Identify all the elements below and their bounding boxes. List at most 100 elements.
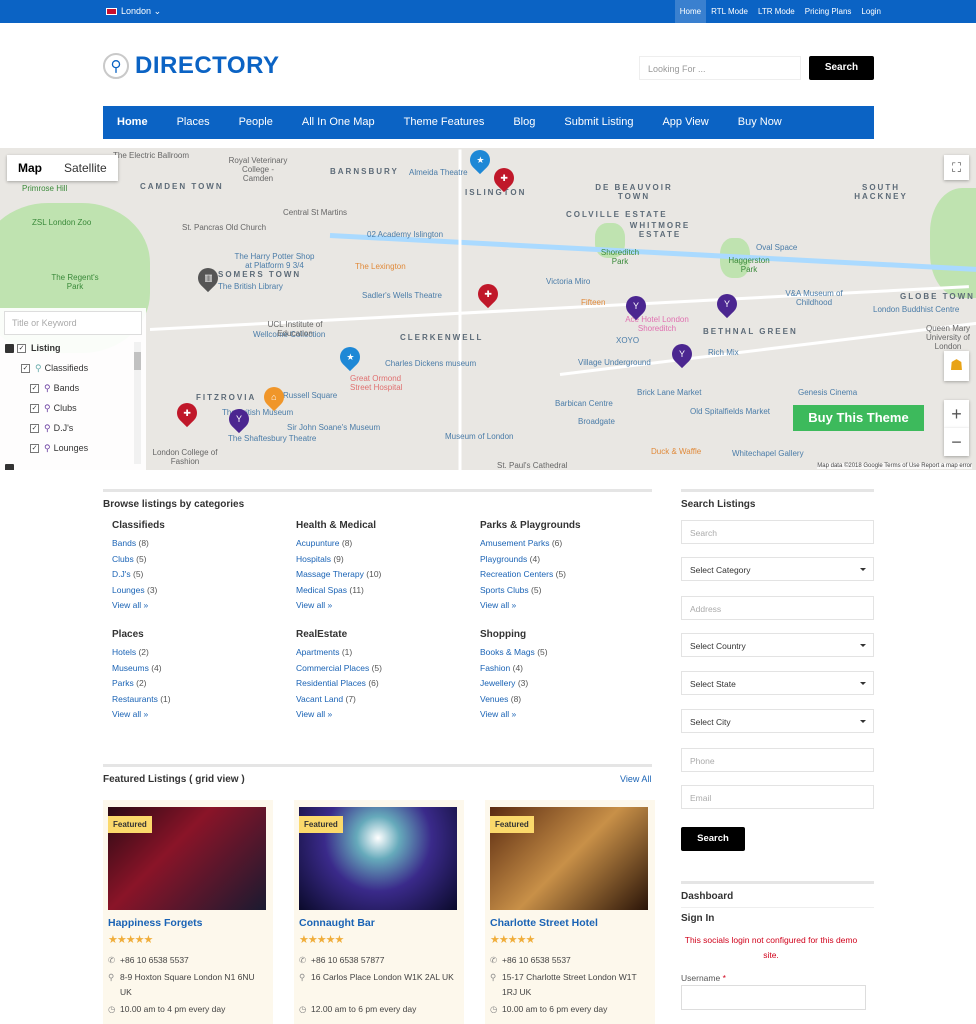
category-link[interactable]: Jewellery (3) bbox=[480, 676, 655, 692]
map-marker-cocktail-icon[interactable]: Y bbox=[667, 339, 697, 369]
listing-card[interactable]: Featured Connaught Bar ★★★★★ ✆ +86 10 653… bbox=[294, 800, 464, 1024]
sidebar-search-button[interactable]: Search bbox=[681, 827, 745, 851]
view-all-link[interactable]: View all » bbox=[296, 598, 471, 614]
listing-image[interactable]: Featured bbox=[108, 807, 266, 910]
category-link[interactable]: Medical Spas (11) bbox=[296, 583, 471, 599]
category-link[interactable]: Restaurants (1) bbox=[112, 692, 287, 708]
nav-theme-features[interactable]: Theme Features bbox=[404, 106, 485, 139]
category-link[interactable]: Amusement Parks (6) bbox=[480, 536, 655, 552]
address-input[interactable]: Address bbox=[681, 596, 874, 620]
collapse-icon[interactable] bbox=[5, 343, 14, 353]
listing-image[interactable]: Featured bbox=[299, 807, 457, 910]
category-title[interactable]: Shopping bbox=[480, 629, 655, 640]
category-title[interactable]: RealEstate bbox=[296, 629, 471, 640]
listing-checkbox[interactable]: ✓ bbox=[17, 343, 26, 353]
city-select[interactable]: Select City bbox=[681, 709, 874, 733]
listing-card[interactable]: Featured Charlotte Street Hotel ★★★★★ ✆ +… bbox=[485, 800, 655, 1024]
top-link-pricing[interactable]: Pricing Plans bbox=[800, 0, 857, 23]
fullscreen-icon[interactable]: ⛶ bbox=[944, 155, 969, 180]
view-all-link[interactable]: View all » bbox=[112, 598, 287, 614]
listing-title[interactable]: Charlotte Street Hotel bbox=[490, 917, 598, 929]
map-type-satellite[interactable]: Satellite bbox=[53, 155, 118, 181]
category-title[interactable]: Places bbox=[112, 629, 287, 640]
category-select[interactable]: Select Category bbox=[681, 557, 874, 581]
category-link[interactable]: Clubs (5) bbox=[112, 552, 287, 568]
street-view-pegman-icon[interactable]: ☗ bbox=[944, 351, 969, 381]
category-link[interactable]: Museums (4) bbox=[112, 661, 287, 677]
category-link[interactable]: Hotels (2) bbox=[112, 645, 287, 661]
category-link[interactable]: Acupunture (8) bbox=[296, 536, 471, 552]
buy-this-theme-button[interactable]: Buy This Theme bbox=[793, 405, 924, 431]
view-all-link[interactable]: View all » bbox=[296, 707, 471, 723]
category-title[interactable]: Classifieds bbox=[112, 520, 287, 531]
collapse-icon[interactable] bbox=[5, 463, 14, 470]
category-link[interactable]: Lounges (3) bbox=[112, 583, 287, 599]
bands-checkbox[interactable]: ✓ bbox=[30, 383, 39, 393]
category-link[interactable]: Bands (8) bbox=[112, 536, 287, 552]
filter-scrollbar[interactable] bbox=[134, 342, 141, 464]
top-link-ltr[interactable]: LTR Mode bbox=[753, 0, 800, 23]
email-input[interactable]: Email bbox=[681, 785, 874, 809]
lounges-checkbox[interactable]: ✓ bbox=[30, 443, 39, 453]
zoom-in-button[interactable]: + bbox=[944, 400, 969, 428]
map-marker-medical-icon[interactable]: ✚ bbox=[172, 398, 202, 428]
nav-people[interactable]: People bbox=[239, 106, 273, 139]
category-link[interactable]: Parks (2) bbox=[112, 676, 287, 692]
category-title[interactable]: Parks & Playgrounds bbox=[480, 520, 655, 531]
sidebar-search-input[interactable]: Search bbox=[681, 520, 874, 544]
category-title[interactable]: Health & Medical bbox=[296, 520, 471, 531]
state-select[interactable]: Select State bbox=[681, 671, 874, 695]
category-link[interactable]: Apartments (1) bbox=[296, 645, 471, 661]
nav-all-in-one-map[interactable]: All In One Map bbox=[302, 106, 375, 139]
map-attribution[interactable]: Map data ©2018 Google Terms of Use Repor… bbox=[817, 463, 972, 469]
category-link[interactable]: Playgrounds (4) bbox=[480, 552, 655, 568]
zoom-out-button[interactable]: − bbox=[944, 428, 969, 456]
map-marker-star-icon[interactable]: ★ bbox=[465, 148, 495, 175]
map-type-map[interactable]: Map bbox=[7, 155, 53, 181]
category-link[interactable]: Books & Mags (5) bbox=[480, 645, 655, 661]
map-keyword-input[interactable]: Title or Keyword bbox=[4, 311, 142, 335]
phone-input[interactable]: Phone bbox=[681, 748, 874, 772]
classifieds-checkbox[interactable]: ✓ bbox=[21, 363, 30, 373]
top-link-login[interactable]: Login bbox=[856, 0, 886, 23]
listing-card[interactable]: Featured Happiness Forgets ★★★★★ ✆ +86 10… bbox=[103, 800, 273, 1024]
category-link[interactable]: Sports Clubs (5) bbox=[480, 583, 655, 599]
category-link[interactable]: Fashion (4) bbox=[480, 661, 655, 677]
map[interactable]: The Electric Ballroom Royal Veterinary C… bbox=[0, 148, 976, 470]
map-marker-medical-icon[interactable]: ✚ bbox=[473, 279, 503, 309]
top-link-rtl[interactable]: RTL Mode bbox=[706, 0, 753, 23]
listing-image[interactable]: Featured bbox=[490, 807, 648, 910]
nav-blog[interactable]: Blog bbox=[513, 106, 535, 139]
username-input[interactable] bbox=[681, 985, 866, 1010]
clubs-checkbox[interactable]: ✓ bbox=[30, 403, 39, 413]
nav-places[interactable]: Places bbox=[177, 106, 210, 139]
category-link[interactable]: Vacant Land (7) bbox=[296, 692, 471, 708]
view-all-link[interactable]: View all » bbox=[112, 707, 287, 723]
djs-checkbox[interactable]: ✓ bbox=[30, 423, 39, 433]
nav-home[interactable]: Home bbox=[117, 106, 148, 139]
listing-title[interactable]: Happiness Forgets bbox=[108, 917, 203, 929]
logo[interactable]: ⚲ DIRECTORY bbox=[103, 52, 280, 80]
header-search-input[interactable]: Looking For ... bbox=[639, 56, 801, 80]
category-link[interactable]: Residential Places (6) bbox=[296, 676, 471, 692]
category-link[interactable]: D.J's (5) bbox=[112, 567, 287, 583]
country-select[interactable]: Select Country bbox=[681, 633, 874, 657]
map-marker-star-icon[interactable]: ★ bbox=[335, 342, 365, 372]
nav-submit-listing[interactable]: Submit Listing bbox=[564, 106, 633, 139]
top-link-home[interactable]: Home bbox=[674, 0, 707, 23]
category-link[interactable]: Massage Therapy (10) bbox=[296, 567, 471, 583]
category-link[interactable]: Hospitals (9) bbox=[296, 552, 471, 568]
listing-title[interactable]: Connaught Bar bbox=[299, 917, 375, 929]
nav-app-view[interactable]: App View bbox=[662, 106, 708, 139]
category-link[interactable]: Commercial Places (5) bbox=[296, 661, 471, 677]
category-link[interactable]: Venues (8) bbox=[480, 692, 655, 708]
view-all-link[interactable]: View all » bbox=[480, 707, 655, 723]
featured-view-all-link[interactable]: View All bbox=[620, 774, 651, 784]
map-marker-cocktail-icon[interactable]: Y bbox=[712, 289, 742, 319]
category-link[interactable]: Recreation Centers (5) bbox=[480, 567, 655, 583]
nav-buy-now[interactable]: Buy Now bbox=[738, 106, 782, 139]
map-marker-museum-icon[interactable]: ⌂ bbox=[259, 382, 289, 412]
view-all-link[interactable]: View all » bbox=[480, 598, 655, 614]
header-search-button[interactable]: Search bbox=[809, 56, 874, 80]
city-selector[interactable]: London ⌄ bbox=[106, 6, 161, 17]
